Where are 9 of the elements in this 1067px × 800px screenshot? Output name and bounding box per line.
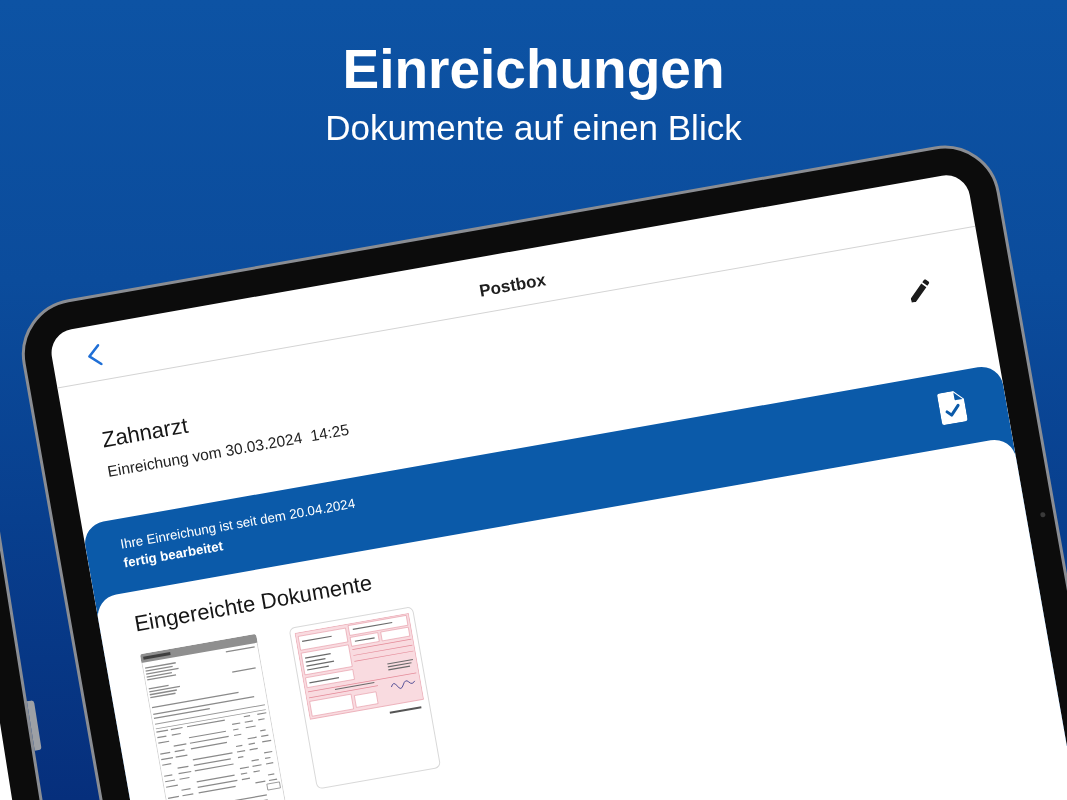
document-check-icon xyxy=(936,389,969,426)
invoice-scan-drawing[interactable] xyxy=(140,633,287,800)
nav-title: Postbox xyxy=(477,269,548,301)
chevron-left-icon xyxy=(85,342,104,367)
promo-title: Einreichungen xyxy=(342,38,725,101)
submission-title: Zahnarzt xyxy=(99,411,191,454)
camera-icon xyxy=(1040,511,1046,517)
promo-subtitle: Dokumente auf einen Blick xyxy=(325,107,742,149)
section-heading: Eingereichte Dokumente xyxy=(132,568,375,639)
